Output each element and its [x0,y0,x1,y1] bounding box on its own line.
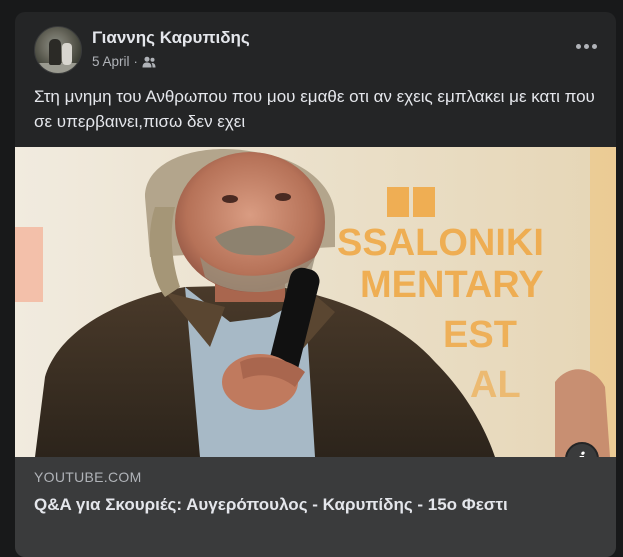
more-dot [583,43,589,49]
post-card: Γιαννης Καρυπιδης 5 April · Στη μνημη το… [15,12,616,557]
backdrop-text: SSALONIKI [337,222,544,264]
post-text: Στη μνημη του Ανθρωπου που μου εμαθε οτι… [34,87,595,131]
post-date[interactable]: 5 April [92,54,130,69]
avatar-figure [62,43,72,65]
video-thumbnail[interactable]: SSALONIKI MENTARY EST AL [15,147,616,457]
backdrop-text: EST [443,314,517,356]
more-options-button[interactable] [572,34,600,58]
more-horizontal-icon [575,43,581,49]
link-title[interactable]: Q&A για Σκουριές: Αυγερόπουλος - Καρυπίδ… [34,493,594,517]
post-header: Γιαννης Καρυπιδης 5 April · [15,12,616,84]
backdrop-text: MENTARY [360,264,544,306]
link-footer[interactable]: YOUTUBE.COM Q&A για Σκουριές: Αυγερόπουλ… [15,457,616,557]
avatar[interactable] [34,26,82,74]
more-dot [591,43,597,49]
link-domain: YOUTUBE.COM [34,469,142,485]
thumbnail-overlay: SSALONIKI MENTARY EST AL [35,149,610,457]
post-meta: 5 April · [92,54,156,69]
avatar-figure [49,39,61,65]
meta-separator: · [133,54,138,69]
friends-icon[interactable] [142,56,156,68]
link-preview[interactable]: SSALONIKI MENTARY EST AL YOUTUBE.COM Q&A… [15,147,616,557]
backdrop-text: AL [470,364,521,406]
author-name[interactable]: Γιαννης Καρυπιδης [92,28,250,48]
